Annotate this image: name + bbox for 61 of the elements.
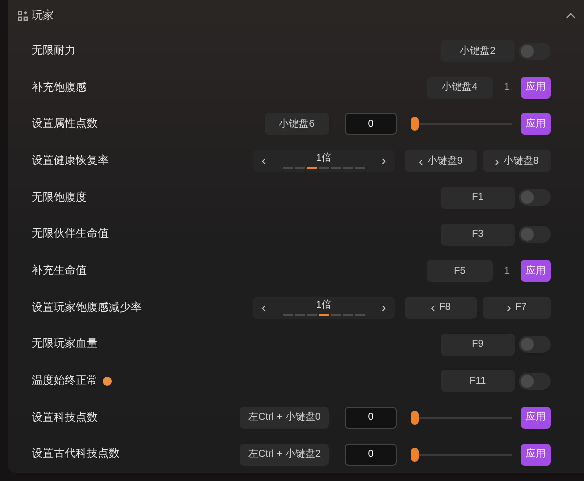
- toggle-switch[interactable]: [519, 42, 551, 60]
- number-field[interactable]: 0: [345, 444, 397, 466]
- apply-button[interactable]: 应用: [521, 260, 551, 282]
- stepper-value: 1倍: [316, 153, 332, 166]
- hotkey-button[interactable]: 左Ctrl + 小键盘0: [240, 406, 329, 429]
- apply-button[interactable]: 应用: [521, 76, 551, 99]
- increase-hotkey-button[interactable]: › 小键盘8: [483, 150, 551, 172]
- hotkey-button[interactable]: 小键盘6: [265, 113, 329, 136]
- info-icon[interactable]: [103, 376, 112, 386]
- toggle-switch[interactable]: [519, 189, 551, 206]
- slider-thumb[interactable]: [411, 410, 419, 425]
- setting-label: 设置古代科技点数: [32, 446, 120, 462]
- slider-thumb[interactable]: [411, 448, 419, 462]
- hotkey-button[interactable]: F9: [441, 334, 515, 356]
- hotkey-button[interactable]: F1: [441, 186, 515, 209]
- chevron-left-icon: ‹: [419, 154, 424, 168]
- hotkey-button[interactable]: 左Ctrl + 小键盘2: [240, 444, 329, 466]
- setting-label: 补充饱腹感: [32, 80, 87, 96]
- slider[interactable]: [411, 448, 512, 462]
- slider[interactable]: [411, 117, 512, 132]
- chevron-right-icon: ›: [506, 301, 512, 314]
- hotkey-button[interactable]: 小键盘2: [441, 40, 515, 62]
- hotkey-button[interactable]: 小键盘4: [427, 76, 493, 99]
- apply-button[interactable]: 应用: [521, 406, 551, 429]
- increase-hotkey-button[interactable]: › F7: [483, 296, 551, 319]
- hotkey-button[interactable]: F3: [441, 224, 515, 246]
- setting-label: 无限玩家血量: [32, 336, 98, 352]
- setting-label: 无限饱腹度: [32, 190, 87, 206]
- slider[interactable]: [411, 410, 512, 425]
- amount-value: 1: [503, 81, 511, 96]
- number-field[interactable]: 0: [345, 406, 397, 429]
- toggle-switch[interactable]: [519, 336, 551, 354]
- grid-icon: [18, 11, 28, 22]
- apply-button[interactable]: 应用: [521, 444, 551, 466]
- previous-button[interactable]: ‹: [253, 298, 275, 318]
- amount-value: 1: [503, 264, 511, 279]
- setting-label: 设置科技点数: [32, 410, 98, 426]
- setting-label: 无限耐力: [32, 44, 76, 59]
- next-button[interactable]: ›: [373, 151, 395, 171]
- previous-button[interactable]: ‹: [253, 151, 275, 171]
- hotkey-button[interactable]: F11: [441, 370, 515, 392]
- stepper-value: 1倍: [316, 300, 332, 312]
- toggle-switch[interactable]: [519, 226, 551, 244]
- next-button[interactable]: ›: [373, 298, 395, 318]
- setting-label: 温度始终正常: [32, 374, 98, 390]
- setting-label: 设置属性点数: [32, 116, 98, 132]
- slider-thumb[interactable]: [411, 117, 419, 132]
- apply-button[interactable]: 应用: [521, 113, 551, 136]
- chevron-left-icon: ‹: [430, 301, 436, 314]
- decrease-hotkey-button[interactable]: ‹ 小键盘9: [405, 150, 477, 172]
- setting-label: 设置健康恢复率: [32, 154, 109, 169]
- collapse-icon[interactable]: [566, 13, 576, 20]
- hotkey-button[interactable]: F5: [427, 260, 493, 282]
- decrease-hotkey-button[interactable]: ‹ F8: [405, 296, 477, 319]
- number-field[interactable]: 0: [345, 113, 397, 136]
- setting-label: 设置玩家饱腹感减少率: [32, 300, 142, 316]
- setting-label: 无限伙伴生命值: [32, 227, 109, 242]
- setting-label: 补充生命值: [32, 264, 87, 279]
- toggle-switch[interactable]: [519, 372, 551, 390]
- chevron-right-icon: ›: [495, 154, 500, 168]
- section-title: 玩家: [32, 8, 54, 24]
